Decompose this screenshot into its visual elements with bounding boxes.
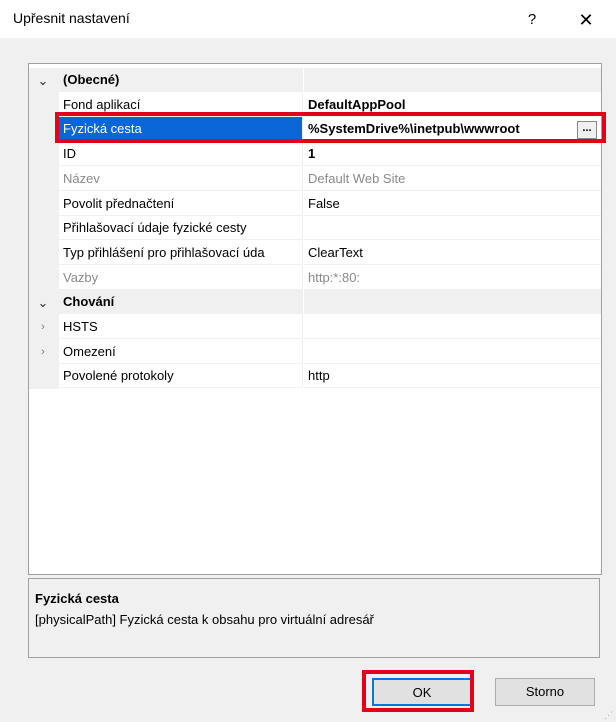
- row-gutter: ⌄: [29, 290, 59, 316]
- window-title: Upřesnit nastavení: [13, 10, 130, 26]
- row-gutter: [29, 265, 59, 291]
- property-value-text: %SystemDrive%\inetpub\wwwroot: [308, 121, 520, 137]
- grid-property-row[interactable]: ID 1: [29, 142, 601, 168]
- row-gutter: [29, 191, 59, 217]
- close-button[interactable]: ✕: [574, 8, 598, 32]
- property-name: Omezení: [59, 339, 303, 364]
- help-button[interactable]: ?: [520, 8, 544, 32]
- property-value-text: 1: [308, 146, 316, 162]
- property-value-text: ClearText: [308, 244, 363, 260]
- grid-property-row[interactable]: Fond aplikací DefaultAppPool: [29, 92, 601, 118]
- property-grid[interactable]: ⌄ (Obecné) Fond aplikací DefaultAppPool Fyzi…: [28, 63, 602, 575]
- property-name: Fyzická cesta: [59, 117, 303, 142]
- grid-category-row[interactable]: ⌄ (Obecné): [29, 68, 601, 93]
- grid-property-row[interactable]: Povolit přednačtení False: [29, 191, 601, 217]
- property-value-text: Default Web Site: [308, 170, 406, 186]
- row-gutter: ›: [29, 339, 59, 365]
- property-name: HSTS: [59, 315, 303, 339]
- cancel-button[interactable]: Storno: [495, 678, 595, 706]
- row-gutter: [29, 240, 59, 266]
- ok-button[interactable]: OK: [372, 678, 472, 706]
- row-gutter: ⌄: [29, 68, 59, 93]
- property-value[interactable]: %SystemDrive%\inetpub\wwwroot...: [304, 117, 601, 142]
- grid-property-row[interactable]: Vazby http:*:80:: [29, 265, 601, 291]
- property-name: ID: [59, 142, 303, 167]
- property-value: [304, 290, 601, 315]
- property-value[interactable]: ClearText: [304, 241, 601, 265]
- row-gutter: [29, 166, 59, 192]
- description-panel: Fyzická cesta [physicalPath] Fyzická ces…: [28, 578, 600, 658]
- property-name: Fond aplikací: [59, 92, 303, 117]
- property-name: Chování: [59, 290, 303, 315]
- property-value: [304, 68, 601, 92]
- chevron-down-icon[interactable]: ⌄: [33, 290, 53, 315]
- grid-property-row[interactable]: Povolené protokoly http: [29, 364, 601, 390]
- property-value[interactable]: 1: [304, 142, 601, 167]
- grid-property-row[interactable]: Přihlašovací údaje fyzické cesty: [29, 216, 601, 242]
- title-bar: Upřesnit nastavení ? ✕: [0, 0, 616, 38]
- row-gutter: [29, 92, 59, 118]
- property-value-text: http:*:80:: [308, 269, 361, 285]
- property-value-text: http: [308, 368, 330, 384]
- property-name: Povolené protokoly: [59, 364, 303, 389]
- property-value[interactable]: False: [304, 192, 601, 216]
- chevron-down-icon[interactable]: ⌄: [33, 68, 53, 93]
- row-gutter: [29, 117, 59, 143]
- resize-grip[interactable]: ⋰: [604, 710, 614, 720]
- browse-button[interactable]: ...: [577, 121, 597, 140]
- chevron-right-icon[interactable]: ›: [33, 315, 53, 340]
- grid-property-row[interactable]: › HSTS: [29, 315, 601, 340]
- property-name: Povolit přednačtení: [59, 191, 303, 216]
- property-name: Název: [59, 166, 303, 191]
- property-value: [304, 315, 601, 339]
- description-title: Fyzická cesta: [35, 591, 119, 606]
- grid-property-row[interactable]: Typ přihlášení pro přihlašovací úda Clear…: [29, 240, 601, 266]
- grid-property-row[interactable]: › Omezení: [29, 339, 601, 365]
- row-gutter: [29, 364, 59, 390]
- row-gutter: [29, 142, 59, 168]
- row-gutter: [29, 216, 59, 242]
- chevron-right-icon[interactable]: ›: [33, 340, 53, 365]
- grid-property-row[interactable]: Název Default Web Site: [29, 166, 601, 192]
- property-value: http:*:80:: [304, 266, 601, 290]
- property-name: Vazby: [59, 265, 303, 290]
- row-gutter: ›: [29, 315, 59, 340]
- property-value[interactable]: [304, 216, 601, 241]
- description-text: [physicalPath] Fyzická cesta k obsahu pr…: [35, 612, 374, 627]
- grid-category-row[interactable]: ⌄ Chování: [29, 290, 601, 316]
- property-name: Typ přihlášení pro přihlašovací úda: [59, 240, 303, 265]
- property-value-text: DefaultAppPool: [308, 96, 406, 112]
- property-value[interactable]: http: [304, 364, 601, 389]
- property-value: Default Web Site: [304, 167, 601, 191]
- grid-property-row[interactable]: Fyzická cesta %SystemDrive%\inetpub\wwwro…: [29, 117, 601, 143]
- property-name: (Obecné): [59, 68, 303, 92]
- property-value-text: False: [308, 195, 340, 211]
- property-value[interactable]: DefaultAppPool: [304, 93, 601, 117]
- property-value: [304, 340, 601, 364]
- property-name: Přihlašovací údaje fyzické cesty: [59, 216, 303, 241]
